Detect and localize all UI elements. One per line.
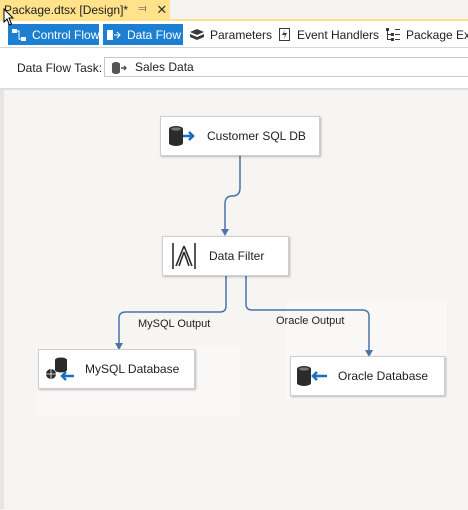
source-icon — [169, 126, 195, 146]
arrowhead — [221, 229, 229, 236]
component-data-filter-label: Data Filter — [209, 249, 265, 263]
destination-icon — [46, 357, 74, 381]
path-label-oracle-output[interactable]: Oracle Output — [276, 315, 344, 327]
component-mysql-database[interactable]: MySQL Database — [38, 349, 195, 389]
component-oracle-database-label: Oracle Database — [338, 369, 429, 383]
component-customer-sql-db[interactable]: Customer SQL DB — [160, 116, 320, 156]
mouse-cursor-icon — [3, 8, 15, 26]
path-oracle-output — [245, 276, 370, 351]
path-mysql-output — [118, 276, 227, 344]
conditional-split-icon — [172, 243, 196, 269]
path-customer-to-filter — [224, 156, 241, 230]
component-customer-sql-db-label: Customer SQL DB — [207, 129, 306, 143]
component-mysql-database-label: MySQL Database — [85, 362, 180, 376]
path-label-mysql-output[interactable]: MySQL Output — [138, 318, 210, 330]
component-data-filter[interactable]: Data Filter — [162, 236, 289, 276]
destination-icon — [297, 366, 327, 386]
component-oracle-database[interactable]: Oracle Database — [290, 356, 445, 396]
